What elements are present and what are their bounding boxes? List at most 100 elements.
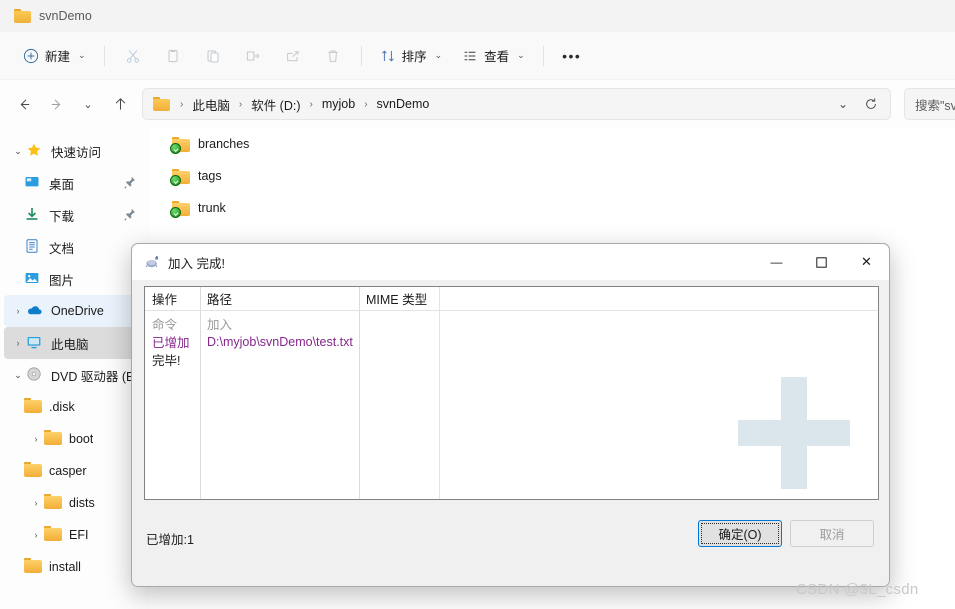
sidebar-item-documents[interactable]: 文档 bbox=[18, 231, 146, 263]
sort-button[interactable]: 排序 ⌄ bbox=[371, 40, 452, 72]
toolbar-divider bbox=[103, 45, 105, 66]
star-icon bbox=[26, 142, 44, 160]
csdn-watermark: CSDN @3L_csdn bbox=[796, 581, 919, 598]
sidebar-item-this-pc[interactable]: › 此电脑 bbox=[4, 327, 146, 359]
list-item[interactable]: branches bbox=[150, 128, 955, 160]
explorer-addressbar: ⌄ › 此电脑 › 软件 (D:) › myjob › svnDemo ⌄ bbox=[0, 80, 955, 128]
folder-icon bbox=[170, 200, 190, 218]
chevron-down-icon[interactable]: ⌄ bbox=[10, 146, 26, 157]
dialog-body: 操作 路径 MIME 类型 命令 加入 已增加 D:\myjob\svnDemo… bbox=[132, 280, 889, 586]
sidebar-item-onedrive[interactable]: › OneDrive bbox=[4, 295, 146, 327]
minimize-button[interactable]: — bbox=[754, 244, 799, 280]
folder-icon bbox=[170, 168, 190, 186]
folder-icon bbox=[44, 494, 62, 512]
sidebar-item-quick-access[interactable]: ⌄ 快速访问 bbox=[4, 135, 146, 167]
chevron-down-icon: ⌄ bbox=[83, 98, 93, 111]
table-row[interactable]: 已增加 D:\myjob\svnDemo\test.txt bbox=[145, 332, 878, 351]
sidebar-label: EFI bbox=[69, 528, 89, 542]
dialog-titlebar[interactable]: 加入 完成! — ✕ bbox=[132, 244, 889, 280]
sidebar-item-casper[interactable]: casper bbox=[18, 455, 146, 487]
copy-button[interactable] bbox=[154, 40, 192, 72]
sidebar-item-downloads[interactable]: 下载 bbox=[18, 199, 146, 231]
file-name: tags bbox=[198, 169, 222, 183]
sidebar-label: 快速访问 bbox=[51, 145, 102, 160]
cancel-button: 取消 bbox=[790, 520, 874, 547]
column-header-operation[interactable]: 操作 bbox=[145, 287, 200, 310]
share-button[interactable] bbox=[274, 40, 312, 72]
breadcrumb-separator: › bbox=[364, 98, 368, 110]
close-button[interactable]: ✕ bbox=[844, 244, 889, 280]
screen: svnDemo 新建 ⌄ 排序 ⌄ 查看 ⌄ ••• ⌄ › 此电脑 › 软件 … bbox=[0, 0, 955, 609]
folder-icon bbox=[14, 9, 31, 23]
forward-button[interactable] bbox=[40, 88, 72, 120]
recent-locations-button[interactable]: ⌄ bbox=[72, 88, 104, 120]
tortoisesvn-icon bbox=[144, 254, 160, 270]
breadcrumb-separator: › bbox=[238, 98, 243, 110]
search-input[interactable]: 搜索"sv bbox=[904, 88, 955, 120]
back-button[interactable] bbox=[8, 88, 40, 120]
table-row[interactable]: 命令 加入 bbox=[145, 314, 878, 333]
sidebar-item-pictures[interactable]: 图片 bbox=[18, 263, 146, 295]
list-item[interactable]: tags bbox=[150, 160, 955, 192]
up-button[interactable] bbox=[104, 88, 136, 120]
new-button[interactable]: 新建 ⌄ bbox=[14, 40, 95, 72]
chevron-right-icon[interactable]: › bbox=[10, 306, 26, 316]
status-text: 已增加:1 bbox=[146, 533, 194, 547]
pin-icon[interactable] bbox=[124, 208, 136, 221]
breadcrumb-item-this-pc[interactable]: 此电脑 bbox=[187, 92, 235, 117]
explorer-tab[interactable]: svnDemo bbox=[14, 9, 92, 23]
cut-button[interactable] bbox=[114, 40, 152, 72]
scissors-icon bbox=[126, 49, 139, 63]
delete-button[interactable] bbox=[314, 40, 352, 72]
breadcrumb-item-myjob[interactable]: myjob bbox=[317, 94, 360, 114]
file-name: trunk bbox=[198, 201, 226, 215]
sidebar-item-disk[interactable]: .disk bbox=[18, 391, 146, 423]
chevron-down-icon[interactable]: ⌄ bbox=[10, 370, 26, 381]
sidebar-item-dists[interactable]: › dists bbox=[4, 487, 146, 519]
breadcrumb-separator: › bbox=[309, 98, 313, 110]
paste-button[interactable] bbox=[194, 40, 232, 72]
result-table[interactable]: 操作 路径 MIME 类型 命令 加入 已增加 D:\myjob\svnDemo… bbox=[144, 286, 879, 500]
chevron-right-icon[interactable]: › bbox=[10, 338, 26, 348]
chevron-down-icon: ⌄ bbox=[517, 50, 525, 60]
maximize-icon bbox=[816, 256, 827, 268]
rename-button[interactable] bbox=[234, 40, 272, 72]
breadcrumb-dropdown-button[interactable]: ⌄ bbox=[830, 91, 856, 117]
ok-button[interactable]: 确定(O) bbox=[698, 520, 782, 547]
pin-icon[interactable] bbox=[124, 176, 136, 189]
folder-icon bbox=[24, 462, 42, 480]
sidebar-item-efi[interactable]: › EFI bbox=[4, 519, 146, 551]
paste-icon bbox=[207, 50, 219, 62]
column-header-mime[interactable]: MIME 类型 bbox=[359, 287, 439, 310]
folder-icon bbox=[24, 398, 42, 416]
navigation-pane: ⌄ 快速访问 桌面 下载 文档 图片 › OneDrive › 此电脑 ⌄ DV… bbox=[0, 128, 150, 609]
explorer-tab-label: svnDemo bbox=[39, 9, 92, 23]
list-item[interactable]: trunk bbox=[150, 192, 955, 224]
ellipsis-icon: ••• bbox=[562, 47, 582, 64]
column-header-path[interactable]: 路径 bbox=[200, 287, 359, 310]
chevron-right-icon[interactable]: › bbox=[28, 434, 44, 444]
breadcrumb-item-svndemo[interactable]: svnDemo bbox=[372, 94, 435, 114]
sidebar-label: install bbox=[49, 560, 81, 574]
sidebar-label: 桌面 bbox=[49, 177, 75, 192]
breadcrumb-item-drive-d[interactable]: 软件 (D:) bbox=[246, 92, 305, 117]
plus-circle-icon bbox=[23, 48, 39, 63]
refresh-icon bbox=[866, 98, 876, 109]
dvd-drive-icon bbox=[26, 366, 44, 384]
refresh-button[interactable] bbox=[858, 91, 884, 117]
sidebar-item-dvd-drive[interactable]: ⌄ DVD 驱动器 (E bbox=[4, 359, 146, 391]
sidebar-item-desktop[interactable]: 桌面 bbox=[18, 167, 146, 199]
table-row[interactable]: 完毕! bbox=[145, 350, 878, 369]
view-button[interactable]: 查看 ⌄ bbox=[453, 40, 534, 72]
download-icon bbox=[24, 206, 42, 224]
dialog-title: 加入 完成! bbox=[168, 256, 225, 271]
more-options-button[interactable]: ••• bbox=[553, 40, 591, 72]
sidebar-item-boot[interactable]: › boot bbox=[4, 423, 146, 455]
onedrive-cloud-icon bbox=[26, 302, 44, 320]
arrow-up-icon bbox=[115, 97, 125, 110]
chevron-right-icon[interactable]: › bbox=[28, 530, 44, 540]
sidebar-item-install[interactable]: install bbox=[18, 551, 146, 583]
maximize-button[interactable] bbox=[799, 244, 844, 280]
chevron-right-icon[interactable]: › bbox=[28, 498, 44, 508]
breadcrumb[interactable]: › 此电脑 › 软件 (D:) › myjob › svnDemo ⌄ bbox=[142, 88, 891, 120]
